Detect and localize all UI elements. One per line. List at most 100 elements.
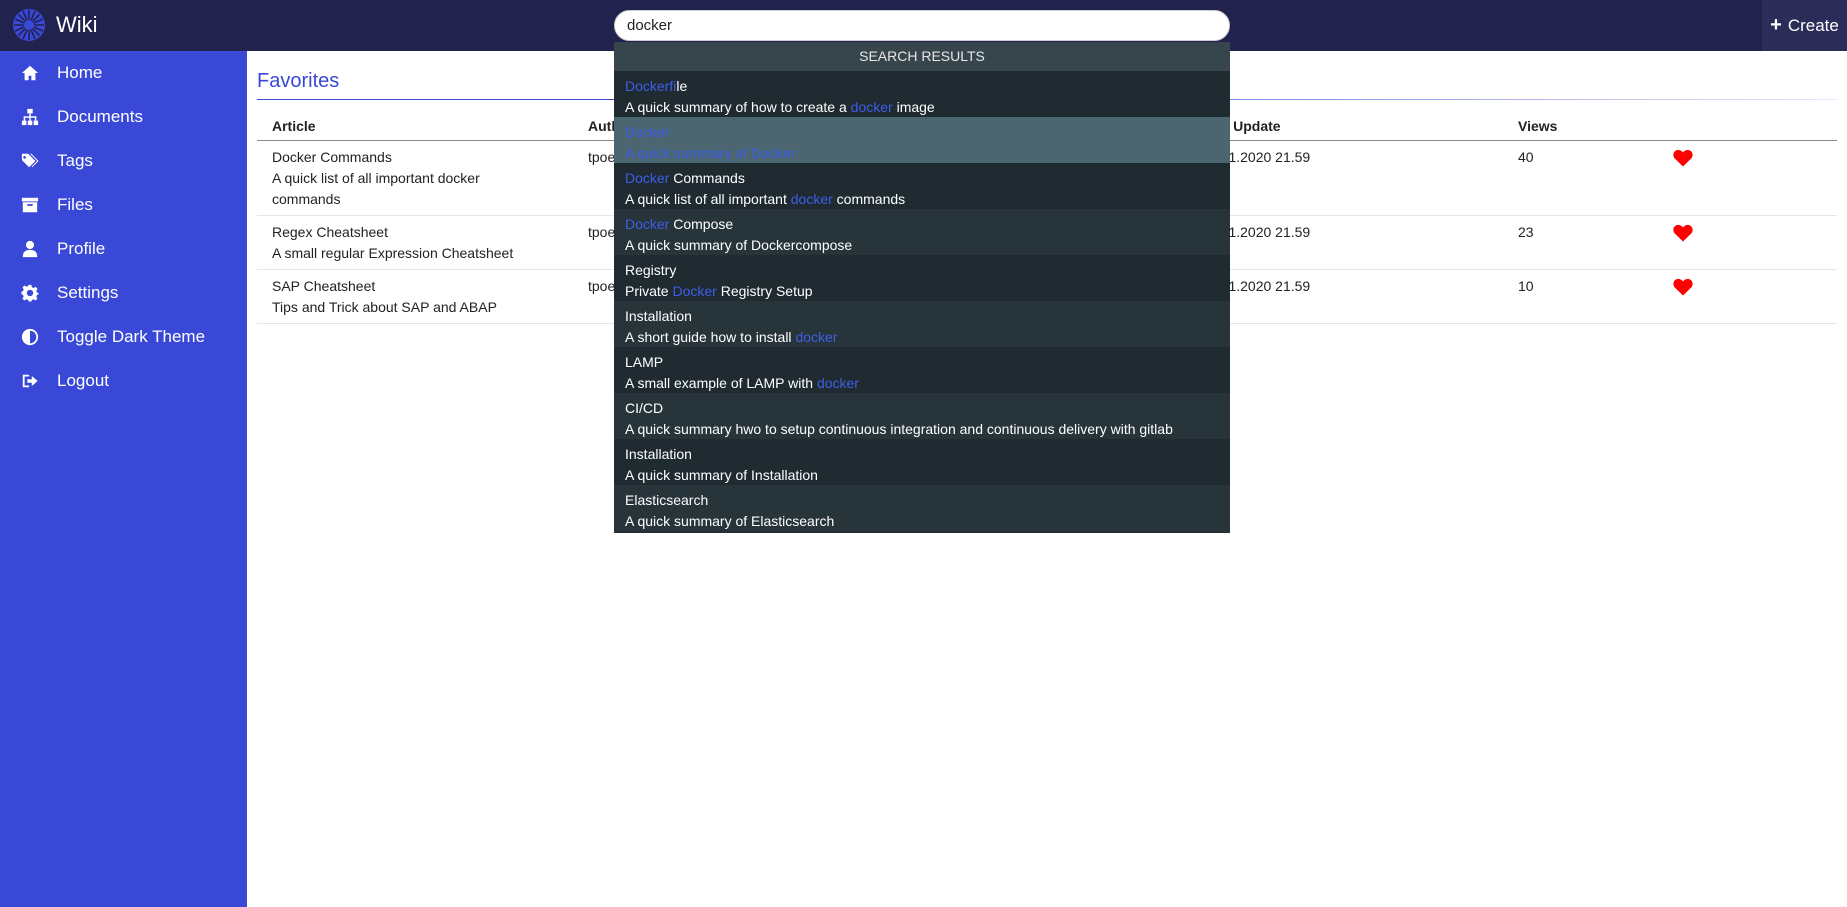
search-result-item[interactable]: Dockerfile A quick summary of how to crea… [614,71,1230,117]
sidebar-item-label: Toggle Dark Theme [57,327,206,346]
search-result-title-rest: Installation [625,308,692,324]
brand[interactable]: Wiki [12,8,98,42]
sidebar-item-files[interactable]: Files [0,183,247,227]
tags-icon [20,151,40,171]
search-result-desc: A small example of LAMP with docker [625,373,1219,394]
search-result-title: Installation [625,306,1219,327]
search-result-title-rest: Commands [669,170,745,186]
search-result-desc-match: docker [795,329,838,345]
heart-icon[interactable] [1673,224,1693,245]
search-result-desc-before: A quick summary of Elasticsearch [625,513,835,529]
search-result-desc-before: A quick list of all important [625,191,791,207]
search-result-desc-before: A quick summary of Docker [625,145,796,161]
sidebar-item-settings[interactable]: Settings [0,271,247,315]
home-icon [20,63,40,83]
search-result-desc: Private Docker Registry Setup [625,281,1219,302]
search-result-desc-after: image [892,99,935,115]
search-result-desc-before: A short guide how to install [625,329,796,345]
article-last-update: 7.01.2020 21.59 [1194,140,1503,216]
search-result-title-rest: Registry [625,262,677,278]
search-result-item[interactable]: Installation A quick summary of Installat… [614,439,1230,485]
sidebar-item-documents[interactable]: Documents [0,95,247,139]
search-result-title-match: Docker [625,216,670,232]
wiki-logo-icon [13,9,45,41]
search-result-item[interactable]: CI/CD A quick summary hwo to setup contin… [614,393,1230,439]
search-result-desc-before: A small example of LAMP with [625,375,817,391]
search-result-title: Elasticsearch [625,490,1219,511]
search-result-title-rest: CI/CD [625,400,664,416]
article-views: 40 [1503,140,1658,216]
search-result-item[interactable]: Registry Private Docker Registry Setup [614,255,1230,301]
search-result-item[interactable]: Docker Compose A quick summary of Dockerc… [614,209,1230,255]
search-result-title-rest: Docker [625,124,670,140]
search-result-title-rest: Elasticsearch [625,492,709,508]
search-result-item[interactable]: LAMP A small example of LAMP with docker [614,347,1230,393]
search-input[interactable] [627,17,1217,34]
search-results-list: Dockerfile A quick summary of how to crea… [614,71,1230,531]
search-result-desc-match: docker [850,99,893,115]
article-name[interactable]: Docker Commands [272,147,558,168]
search-result-title-rest: LAMP [625,354,664,370]
search-result-desc: A quick summary of Installation [625,465,1219,486]
column-header-article[interactable]: Article [257,112,573,141]
sidebar-item-label: Documents [57,107,143,126]
create-button[interactable]: + Create [1762,0,1847,51]
column-header-last-update[interactable]: ast Update [1194,112,1503,141]
article-desc: A small regular Expression Cheatsheet [272,244,514,261]
contrast-icon [20,327,40,347]
sidebar-item-toggle-dark-theme[interactable]: Toggle Dark Theme [0,315,247,359]
search-result-title: Dockerfile [625,76,1219,97]
sidebar-item-label: Files [57,195,93,214]
search-result-item[interactable]: Docker Commands A quick list of all impor… [614,163,1230,209]
search-result-title: Installation [625,444,1219,465]
search-result-desc: A quick summary of Docker [625,143,1219,164]
sidebar-item-logout[interactable]: Logout [0,359,247,403]
search-result-title: Docker [625,122,1219,143]
search-result-item[interactable]: Elasticsearch A quick summary of Elastics… [614,485,1230,531]
search-result-title: CI/CD [625,398,1219,419]
article-last-update: 7.01.2020 21.59 [1194,269,1503,324]
sidebar: Home Documents Tags Files Profile Settin… [0,51,247,907]
search-result-desc: A quick summary of how to create a docke… [625,97,1219,118]
search-result-title-rest: le [676,78,688,94]
search-result-desc: A quick summary of Dockercompose [625,235,1219,256]
search-result-desc-match: docker [790,191,833,207]
search-results-header: SEARCH RESULTS [614,42,1230,71]
article-name[interactable]: SAP Cheatsheet [272,276,558,297]
sidebar-item-label: Home [57,63,103,82]
search-result-desc-match: Docker [672,283,717,299]
search-result-title: LAMP [625,352,1219,373]
heart-icon[interactable] [1673,149,1693,170]
plus-icon: + [1770,14,1782,36]
search-result-title-rest: Installation [625,446,692,462]
app-title: Wiki [56,12,98,37]
search-results-dropdown: SEARCH RESULTS Dockerfile A quick summary… [614,42,1230,533]
logout-icon [20,371,40,391]
sidebar-item-label: Tags [57,151,93,170]
archive-icon [20,195,40,215]
search-result-desc-before: Private [625,283,673,299]
search-result-desc-after: Registry Setup [716,283,813,299]
search-result-desc: A quick list of all important docker com… [625,189,1219,210]
sidebar-item-label: Profile [57,239,106,258]
article-views: 23 [1503,215,1658,270]
search-result-desc: A short guide how to install docker [625,327,1219,348]
search-result-title: Registry [625,260,1219,281]
heart-icon[interactable] [1673,278,1693,299]
search-field[interactable] [614,10,1230,41]
search-result-desc-before: A quick summary of how to create a [625,99,851,115]
sidebar-item-profile[interactable]: Profile [0,227,247,271]
create-label: Create [1787,15,1839,35]
column-header-views[interactable]: Views [1503,112,1658,141]
search-result-title-rest: Compose [669,216,734,232]
article-desc: A quick list of all important docker com… [272,169,480,207]
sidebar-item-tags[interactable]: Tags [0,139,247,183]
search-result-item[interactable]: Docker A quick summary of Docker [614,117,1230,163]
article-name[interactable]: Regex Cheatsheet [272,222,558,243]
search-result-item[interactable]: Installation A short guide how to install… [614,301,1230,347]
sidebar-item-home[interactable]: Home [0,51,247,95]
search-result-desc-before: A quick summary hwo to setup continuous … [625,421,1173,437]
search-result-title: Docker Commands [625,168,1219,189]
favorites-title: Favorites [257,70,340,92]
sidebar-item-label: Settings [57,283,119,302]
